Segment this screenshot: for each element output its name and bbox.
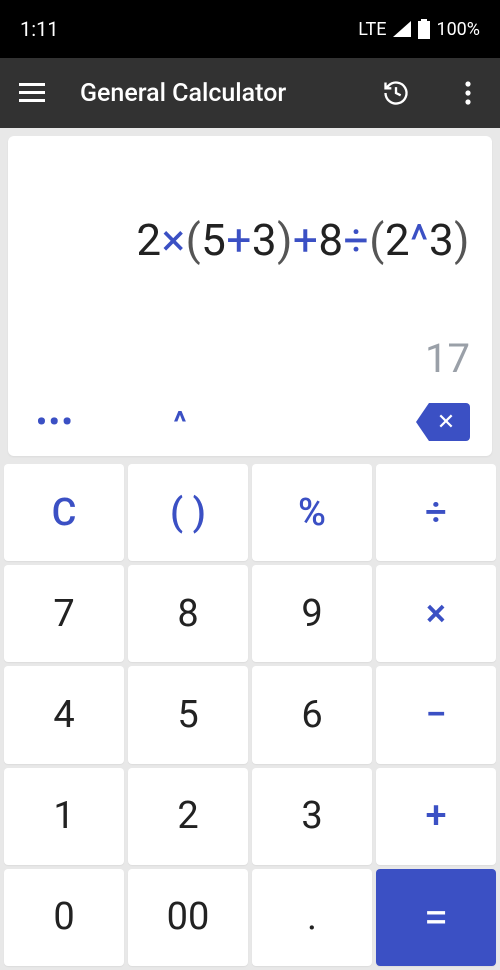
four-button[interactable]: 4 [4,666,124,763]
clear-button[interactable]: C [4,464,124,561]
token-paren: ) [277,214,293,266]
caret-button[interactable]: ^ [120,400,240,444]
close-icon: ✕ [437,410,455,435]
seven-button[interactable]: 7 [4,565,124,662]
percent-button[interactable]: % [252,464,372,561]
overflow-icon[interactable] [444,69,492,117]
one-button[interactable]: 1 [4,768,124,865]
status-network: LTE [358,19,386,40]
token-num: 2 [136,214,161,266]
token-num: 5 [201,214,226,266]
token-op: ^ [410,214,429,266]
token-op: + [226,214,251,266]
zero-button[interactable]: 0 [4,869,124,966]
token-paren: ) [454,214,470,266]
backspace-button[interactable]: ✕ [416,403,470,441]
status-right: LTE 100% [358,19,480,40]
token-paren: ( [186,214,202,266]
more-ops-button[interactable]: ••• [30,400,120,444]
eight-button[interactable]: 8 [128,565,248,662]
multiply-button[interactable]: × [376,565,496,662]
expression[interactable]: 2×(5+3)+8÷(2^3) [30,154,470,325]
three-button[interactable]: 3 [252,768,372,865]
divide-button[interactable]: ÷ [376,464,496,561]
token-num: 3 [429,214,454,266]
app-title: General Calculator [80,79,348,108]
six-button[interactable]: 6 [252,666,372,763]
token-op: + [293,214,318,266]
token-op: ÷ [344,214,370,266]
token-paren: ( [369,214,385,266]
double-zero-button[interactable]: 00 [128,869,248,966]
battery-icon [418,19,430,39]
status-bar: 1:11 LTE 100% [0,0,500,58]
two-button[interactable]: 2 [128,768,248,865]
equals-button[interactable]: = [376,869,496,966]
result: 17 [30,335,470,382]
paren-button[interactable]: ( ) [128,464,248,561]
status-battery: 100% [436,19,480,40]
nine-button[interactable]: 9 [252,565,372,662]
plus-button[interactable]: + [376,768,496,865]
decimal-button[interactable]: . [252,869,372,966]
keypad: C ( ) % ÷ 7 8 9 × 4 5 6 − 1 2 3 + 0 00 .… [0,464,500,970]
token-op: × [162,214,186,266]
signal-icon [392,20,412,38]
app-bar: General Calculator [0,58,500,128]
token-num: 3 [252,214,277,266]
history-icon[interactable] [372,69,420,117]
menu-icon[interactable] [8,69,56,117]
status-time: 1:11 [20,17,59,41]
minus-button[interactable]: − [376,666,496,763]
display-panel: 2×(5+3)+8÷(2^3) 17 ••• ^ ✕ [8,136,492,456]
display-tools-row: ••• ^ ✕ [30,400,470,444]
five-button[interactable]: 5 [128,666,248,763]
token-num: 2 [385,214,410,266]
token-num: 8 [318,214,343,266]
